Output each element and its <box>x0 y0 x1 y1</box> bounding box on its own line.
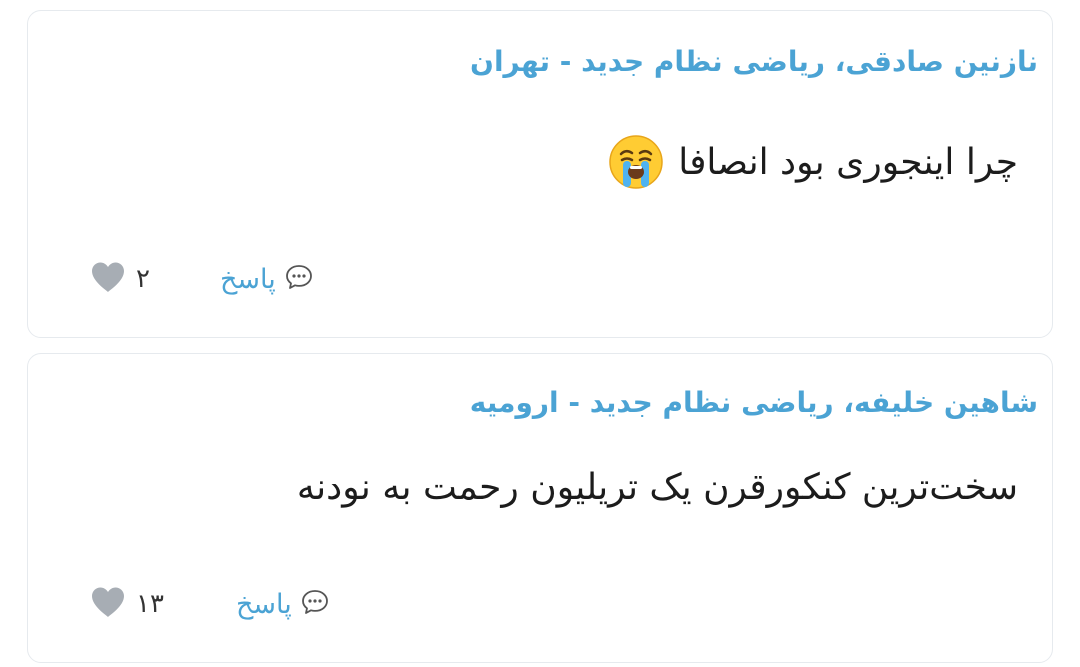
reply-label: پاسخ <box>220 263 276 295</box>
reply-label: پاسخ <box>236 588 292 620</box>
like-count: ۲ <box>136 264 150 294</box>
heart-icon[interactable] <box>90 586 126 622</box>
comment-card: شاهین خلیفه، ریاضی نظام جدید - ارومیه سخ… <box>27 353 1053 663</box>
comment-body: سخت‌ترین کنکورقرن یک تریلیون رحمت به نود… <box>297 467 1018 508</box>
reply-button[interactable]: پاسخ <box>236 582 330 626</box>
loudly-crying-face-icon <box>608 134 664 190</box>
comment-card: نازنین صادقی، ریاضی نظام جدید - تهران چر… <box>27 10 1053 338</box>
like-control: ۱۳ <box>90 582 164 626</box>
reply-button[interactable]: پاسخ <box>220 257 314 301</box>
heart-icon[interactable] <box>90 261 126 297</box>
comment-author[interactable]: نازنین صادقی، ریاضی نظام جدید - تهران <box>470 45 1038 78</box>
comment-actions: پاسخ ۲ <box>28 257 1052 301</box>
speech-bubble-icon <box>284 262 314 296</box>
comment-body: چرا اینجوری بود انصافا <box>608 134 1018 190</box>
like-count: ۱۳ <box>136 589 164 619</box>
comment-author[interactable]: شاهین خلیفه، ریاضی نظام جدید - ارومیه <box>470 386 1038 419</box>
comment-actions: پاسخ ۱۳ <box>28 582 1052 626</box>
comment-text: سخت‌ترین کنکورقرن یک تریلیون رحمت به نود… <box>296 467 1018 508</box>
comment-text: چرا اینجوری بود انصافا <box>678 141 1018 183</box>
speech-bubble-icon <box>300 587 330 621</box>
like-control: ۲ <box>90 257 150 301</box>
